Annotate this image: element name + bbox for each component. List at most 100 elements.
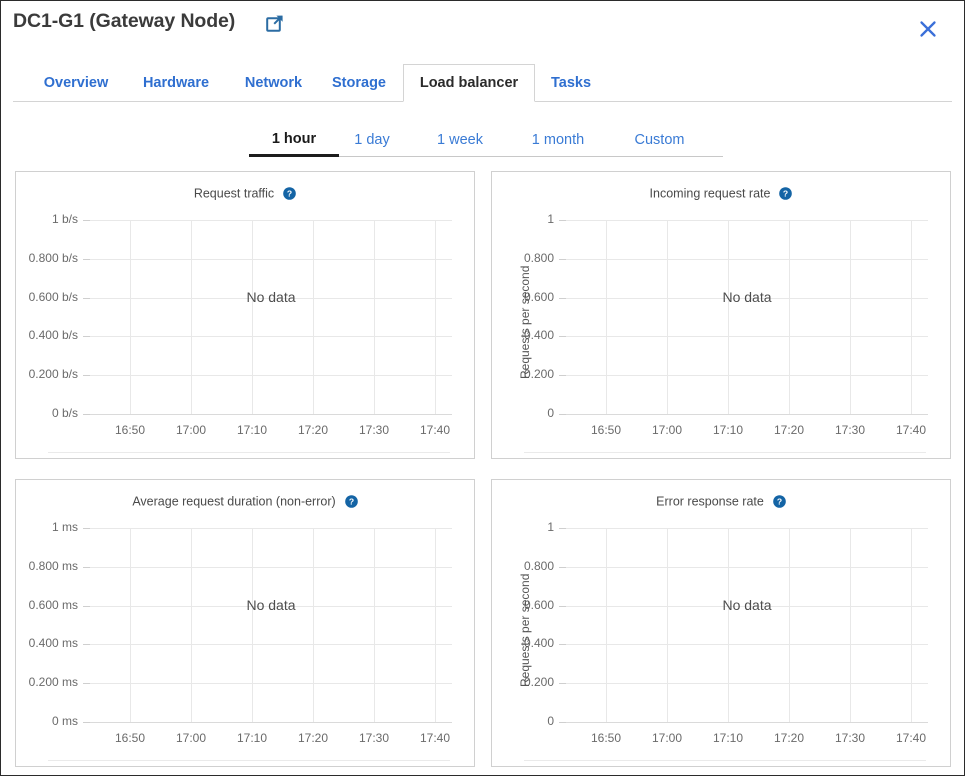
svg-text:?: ? — [349, 497, 354, 507]
chart-title-row: Request traffic? — [16, 186, 474, 201]
y-tick-mark — [559, 414, 566, 415]
help-circle-icon[interactable]: ? — [773, 495, 786, 509]
gridline-horizontal — [566, 336, 928, 337]
gridline-horizontal — [566, 220, 928, 221]
gridline-vertical — [667, 220, 668, 414]
y-tick-mark — [559, 644, 566, 645]
chart-panel: Request traffic? 1 b/s 0.800 b/s 0.600 b/s 0… — [15, 171, 475, 459]
chart-title-row: Error response rate? — [492, 494, 950, 509]
no-data-message: No data — [246, 289, 296, 305]
help-circle-icon[interactable]: ? — [779, 187, 793, 201]
y-tick-label: 0.800 — [523, 559, 554, 573]
gridline-horizontal — [566, 644, 928, 645]
tab-hardware[interactable]: Hardware — [126, 64, 226, 101]
y-tick-mark — [83, 567, 90, 568]
time-range-1-week[interactable]: 1 week — [421, 123, 499, 156]
svg-text:?: ? — [777, 497, 782, 507]
help-circle-icon[interactable]: ? — [344, 495, 358, 509]
gridline-vertical — [130, 220, 131, 414]
gridline-horizontal — [566, 722, 928, 723]
y-tick-mark — [559, 298, 566, 299]
tab-load-balancer[interactable]: Load balancer — [403, 64, 535, 102]
y-tick-mark — [83, 606, 90, 607]
time-range-1-day[interactable]: 1 day — [336, 123, 408, 156]
y-tick-label: 0.600 b/s — [28, 290, 78, 304]
gridline-horizontal — [90, 375, 452, 376]
gridline-horizontal — [566, 683, 928, 684]
panel-separator — [524, 452, 926, 453]
y-tick-label: 0.400 b/s — [28, 328, 78, 342]
y-tick-label: 0.800 b/s — [28, 251, 78, 265]
gridline-horizontal — [566, 375, 928, 376]
time-range-1-month[interactable]: 1 month — [514, 123, 602, 156]
gridline-vertical — [313, 220, 314, 414]
tab-network[interactable]: Network — [232, 64, 315, 101]
panel-separator — [48, 452, 450, 453]
y-tick-label: 0.800 ms — [28, 559, 78, 573]
external-link-icon[interactable] — [266, 14, 284, 32]
close-button[interactable] — [913, 14, 943, 44]
y-tick-label: 0.200 ms — [28, 675, 78, 689]
gridline-vertical — [667, 528, 668, 722]
gridline-vertical — [728, 220, 729, 414]
y-tick-mark — [83, 336, 90, 337]
gridline-vertical — [435, 528, 436, 722]
gridline-horizontal — [90, 722, 452, 723]
gridline-vertical — [130, 528, 131, 722]
plot-area — [559, 220, 928, 415]
panel-header: DC1-G1 (Gateway Node) — [1, 1, 964, 59]
y-tick-mark — [559, 722, 566, 723]
y-axis-label: Requests per second — [518, 573, 532, 687]
no-data-message: No data — [246, 597, 296, 613]
y-tick-mark — [83, 644, 90, 645]
gridline-vertical — [435, 220, 436, 414]
time-range-tab-bar: 1 hour 1 day 1 week 1 month Custom — [249, 123, 723, 157]
gridline-horizontal — [566, 528, 928, 529]
plot-area — [83, 528, 452, 723]
chart-title: Incoming request rate — [649, 186, 771, 201]
y-tick-label: 1 b/s — [51, 212, 78, 226]
page-title: DC1-G1 (Gateway Node) — [13, 10, 236, 32]
panel-separator — [48, 760, 450, 761]
no-data-message: No data — [722, 597, 772, 613]
y-tick-mark — [559, 528, 566, 529]
gridline-vertical — [850, 528, 851, 722]
tab-storage[interactable]: Storage — [321, 64, 397, 101]
y-tick-label: 1 ms — [51, 520, 78, 534]
help-circle-icon[interactable]: ? — [283, 187, 296, 201]
gridline-vertical — [789, 220, 790, 414]
time-range-custom[interactable]: Custom — [617, 123, 702, 156]
y-tick-mark — [83, 259, 90, 260]
gridline-horizontal — [566, 567, 928, 568]
y-axis-label: Requests per second — [518, 265, 532, 379]
gridline-vertical — [374, 220, 375, 414]
gridline-vertical — [789, 528, 790, 722]
gridline-horizontal — [90, 259, 452, 260]
y-tick-label: 1 — [547, 520, 554, 534]
gridline-horizontal — [90, 528, 452, 529]
y-tick-mark — [83, 375, 90, 376]
x-tick-label: 17:40 — [895, 423, 927, 437]
gridline-vertical — [606, 528, 607, 722]
svg-text:?: ? — [287, 189, 292, 199]
gridline-vertical — [191, 528, 192, 722]
gridline-vertical — [850, 220, 851, 414]
tab-overview[interactable]: Overview — [27, 64, 125, 101]
x-tick-label: 17:40 — [419, 731, 451, 745]
y-tick-mark — [559, 336, 566, 337]
y-tick-mark — [559, 220, 566, 221]
gridline-vertical — [728, 528, 729, 722]
chart-title: Error response rate — [656, 494, 764, 509]
y-tick-label: 0.800 — [523, 251, 554, 265]
time-range-1-hour[interactable]: 1 hour — [249, 123, 339, 157]
gridline-vertical — [911, 528, 912, 722]
chart-title: Request traffic — [193, 186, 275, 201]
y-tick-mark — [83, 298, 90, 299]
gridline-vertical — [911, 220, 912, 414]
y-tick-label: 0.200 b/s — [28, 367, 78, 381]
tab-tasks[interactable]: Tasks — [540, 64, 602, 101]
y-tick-mark — [83, 683, 90, 684]
y-tick-label: 0 ms — [51, 714, 78, 728]
gridline-vertical — [252, 528, 253, 722]
chart-panel: Incoming request rate? 1 0.800 0.600 0.400 0.… — [491, 171, 951, 459]
